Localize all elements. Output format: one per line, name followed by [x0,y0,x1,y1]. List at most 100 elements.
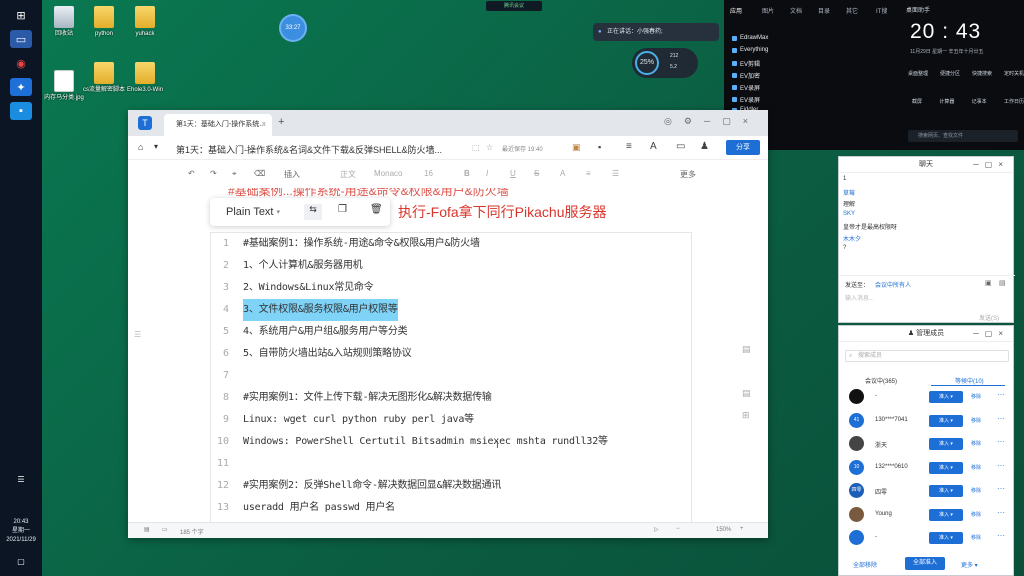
code-line[interactable]: 3 2、Windows&Linux常见命令 [211,277,691,299]
apps-tab-4[interactable]: 其它 [846,6,858,15]
send-to-select[interactable]: 会议中所有人 [875,280,911,289]
apps-tab-3[interactable]: 目录 [818,6,830,15]
delete-icon[interactable]: 🗑 [370,204,383,215]
present-icon[interactable]: ▭ [676,141,685,152]
member-row[interactable]: Young 准入 ▾ 移除 ··· [845,504,1009,526]
more-options-icon[interactable]: ··· [997,414,1005,423]
zoom-in-icon[interactable]: + [740,526,744,532]
window-controls[interactable]: ◎⚙─▢× [664,116,760,127]
code-line[interactable]: 1 #基础案例1：操作系统-用途&命令&权限&用户&防火墙 [211,233,691,255]
new-tab-icon[interactable]: + [278,116,284,128]
chat-input[interactable]: 输入消息... [845,293,874,302]
font-select[interactable]: Monaco [374,169,402,178]
wrap-icon[interactable]: ⇆ [304,204,322,220]
remove-button[interactable]: 移除 [971,534,981,541]
code-line[interactable]: 8 #实用案例1：文件上传下载-解决无图形化&解决数据传输 [211,387,691,409]
app-item[interactable]: EV剪辑 [732,59,760,68]
member-row[interactable]: 四零 四零 准入 ▾ 移除 ··· [845,480,1009,502]
member-row[interactable]: 10 132****0610 准入 ▾ 移除 ··· [845,457,1009,479]
clear-format-icon[interactable]: ⌫ [254,169,265,178]
member-row[interactable]: 浙天 准入 ▾ 移除 ··· [845,433,1009,455]
network-widget[interactable]: 25% 212 5.2 [632,48,698,78]
editor-tab[interactable]: 第1天：基础入门-操作系统... × [164,114,272,136]
tray-icons[interactable]: ☰ [10,470,32,488]
more-button[interactable]: 更多 [680,169,696,180]
desktop-search-input[interactable]: 搜索网页、查找文件 [908,130,1018,142]
code-line[interactable]: 11 [211,453,691,475]
folder-move-icon[interactable]: ⬚ [472,143,480,152]
meeting-indicator[interactable]: 腾讯会议 [486,1,542,11]
more-options-icon[interactable]: ··· [997,508,1005,517]
tab-in-meeting[interactable]: 会议中(365) [865,376,897,385]
more-options-icon[interactable]: ··· [997,390,1005,399]
tab-waiting[interactable]: 等候中(10) [955,376,984,385]
editor-body[interactable]: #基础案例...操作系统-用途&命令&权限&用户&防火墙 Plain Text … [128,188,768,522]
quick-search-button[interactable]: 快捷搜索 [972,70,992,77]
desktop-icon-ehole[interactable]: Ehole3.0-Win [121,62,169,94]
underline-icon[interactable]: U [510,169,516,178]
add-comment-icon[interactable]: ⊞ [742,410,750,421]
zoom-level[interactable]: 150% [716,527,731,533]
file-icon[interactable]: ▤ [999,279,1006,287]
page-icon[interactable]: ▭ [162,526,168,533]
zoom-out-icon[interactable]: − [676,526,680,532]
code-block[interactable]: 1 #基础案例1：操作系统-用途&命令&权限&用户&防火墙 2 1、个人计算机&服务器… [210,232,692,522]
dingtalk-icon[interactable]: ✦ [10,78,32,96]
comment-icon[interactable]: ▤ [742,344,751,355]
code-line[interactable]: 13 useradd 用户名 passwd 用户名 [211,497,691,519]
remove-all-button[interactable]: 全部移除 [853,560,877,569]
image-icon[interactable]: ▣ [985,279,992,287]
remove-button[interactable]: 移除 [971,511,981,518]
sidebar-toggle-icon[interactable]: ▤ [144,526,150,533]
redo-icon[interactable]: ↷ [210,169,217,178]
collaborator-icon[interactable]: ♟ [700,141,709,152]
code-line[interactable]: 10 Windows: PowerShell Certutil Bitsadmin… [211,431,691,453]
close-tab-icon[interactable]: × [262,114,266,136]
calculator-button[interactable]: 计算器 [939,98,954,105]
paragraph-style-select[interactable]: 正文 [340,169,356,180]
admit-button[interactable]: 准入 ▾ [929,414,963,427]
copy-icon[interactable]: ❐ [338,204,347,215]
notification-icon[interactable]: ▢ [10,552,32,570]
chrome-icon[interactable]: ◉ [10,54,32,72]
apps-tab-2[interactable]: 文档 [790,6,802,15]
app-item[interactable]: EV录屏 [732,83,760,92]
app-item[interactable]: EdrawMax [732,35,768,41]
more-options-icon[interactable]: ··· [997,484,1005,493]
outline-icon[interactable]: ☰ [134,330,141,339]
format-painter-icon[interactable]: ⌖ [232,169,237,179]
member-row[interactable]: - 准入 ▾ 移除 ··· [845,386,1009,408]
desktop-icon-yuhack[interactable]: yuhack [121,6,169,38]
send-button[interactable]: 发送(S) [979,313,999,322]
meeting-icon[interactable]: ▪ [10,102,32,120]
list-icon[interactable]: ☰ [612,169,619,178]
font-size-select[interactable]: 16 [424,169,433,178]
admit-button[interactable]: 准入 ▾ [929,391,963,403]
align-icon[interactable]: ≡ [586,169,591,178]
undo-icon[interactable]: ↶ [188,169,195,178]
remove-button[interactable]: 移除 [971,417,981,424]
shutdown-timer-button[interactable]: 定时关机 [1004,70,1024,77]
apps-tab-1[interactable]: 图片 [762,6,774,15]
floating-timer[interactable]: 33:27 [281,16,305,40]
admit-button[interactable]: 准入 ▾ [929,485,963,497]
partition-button[interactable]: 便捷分区 [940,70,960,77]
admit-button[interactable]: 准入 ▾ [929,438,963,450]
insert-button[interactable]: 插入 [284,169,300,180]
code-line[interactable]: 12 #实用案例2：反弹Shell命令-解决数据回显&解决数据通讯 [211,475,691,497]
star-icon[interactable]: ☆ [486,143,493,152]
code-line[interactable]: 6 5、自带防火墙出站&入站规则策略协议 [211,343,691,365]
remove-button[interactable]: 移除 [971,464,981,471]
admit-button[interactable]: 准入 ▾ [929,461,963,474]
document-title[interactable]: 第1天：基础入门-操作系统&名词&文件下载&反弹SHELL&防火墙... [176,143,442,156]
remove-button[interactable]: 移除 [971,440,981,447]
window-controls[interactable]: ─▢× [973,157,1009,173]
remove-button[interactable]: 移除 [971,393,981,400]
code-line[interactable]: 4 3、文件权限&服务权限&用户权限等 [211,299,691,321]
code-line[interactable]: 2 1、个人计算机&服务器用机 [211,255,691,277]
italic-icon[interactable]: I [486,169,488,178]
window-controls[interactable]: ─▢× [973,326,1009,342]
apps-tab-0[interactable]: 应用 [730,6,742,15]
start-icon[interactable]: ⊞ [10,6,32,24]
home-icon[interactable]: ⌂ [138,142,143,152]
